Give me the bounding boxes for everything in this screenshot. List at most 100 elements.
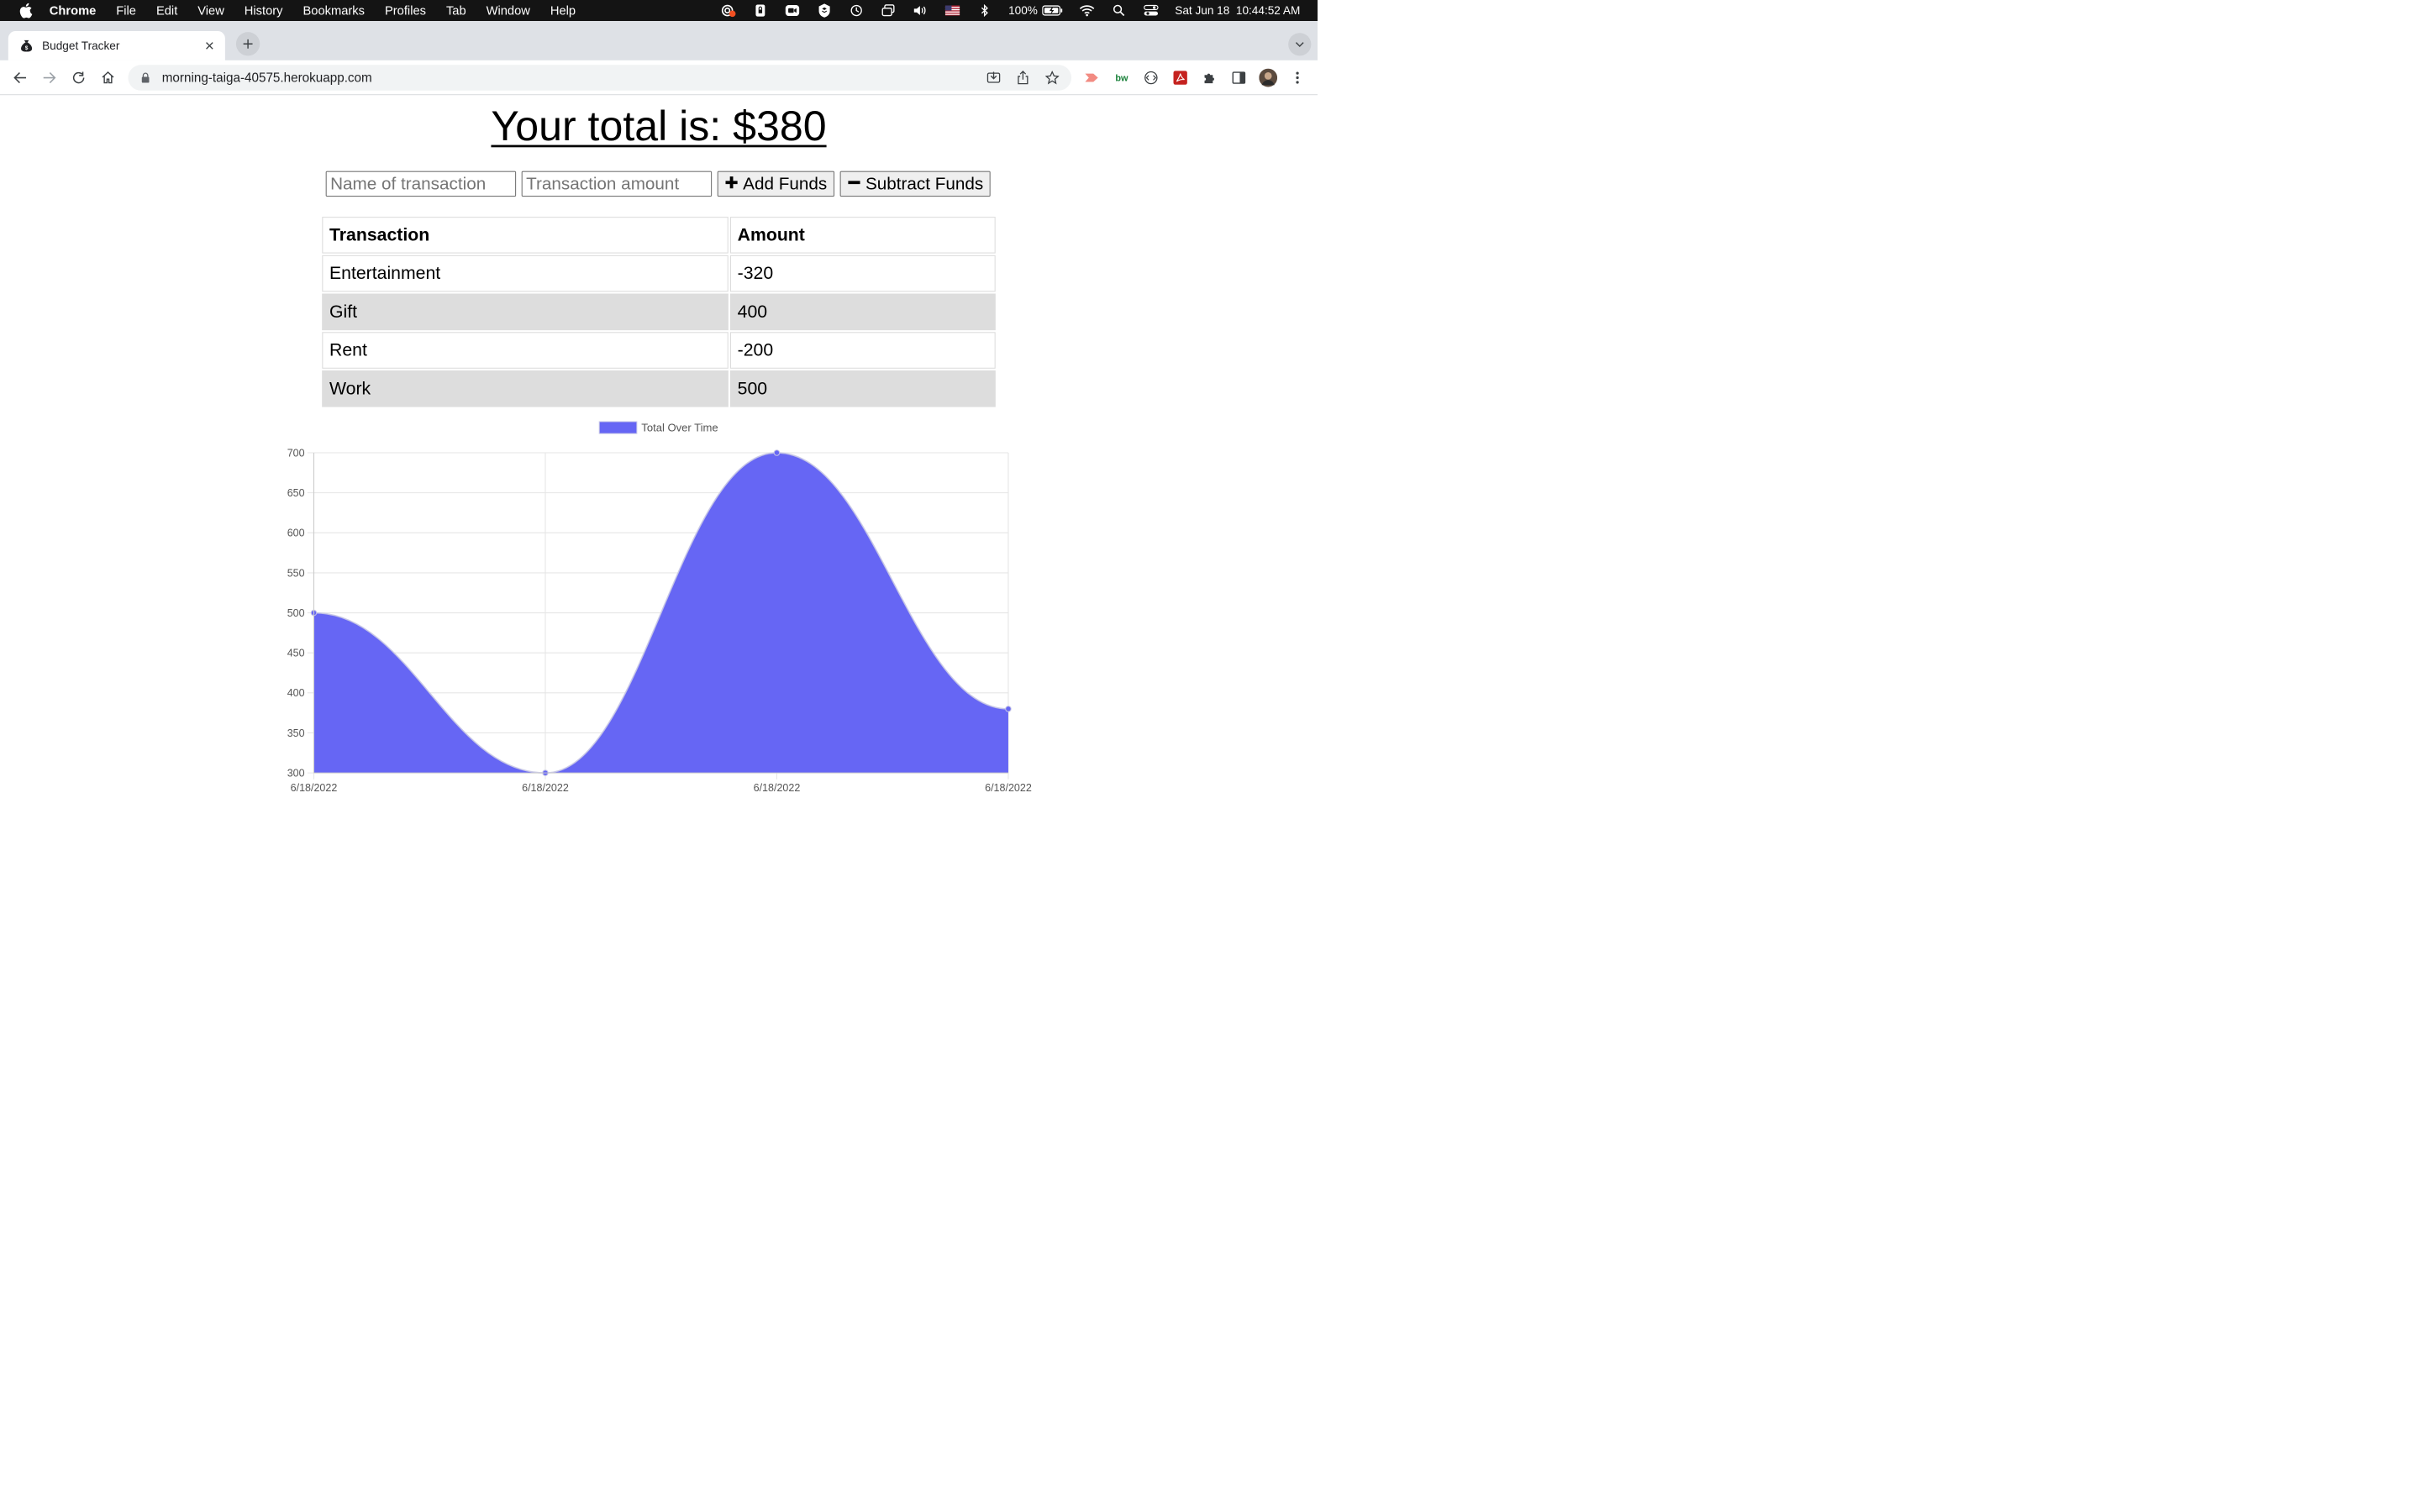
transaction-amount-cell: -200 xyxy=(729,332,996,369)
plus-icon xyxy=(243,39,253,49)
zoom-icon[interactable] xyxy=(784,3,801,17)
address-bar[interactable]: morning-taiga-40575.herokuapp.com xyxy=(128,65,1072,91)
extension-pdf-icon[interactable] xyxy=(1171,69,1190,87)
y-tick-label: 600 xyxy=(287,528,305,539)
bookmark-star-icon[interactable] xyxy=(1044,70,1060,87)
chevron-down-icon xyxy=(1295,42,1304,47)
more-menu-icon[interactable] xyxy=(1288,69,1307,87)
extension-code-icon[interactable] xyxy=(1142,69,1160,87)
menu-edit[interactable]: Edit xyxy=(156,3,177,18)
address-bar-actions xyxy=(972,70,1060,87)
battery-icon[interactable] xyxy=(1042,3,1063,17)
add-funds-label: Add Funds xyxy=(743,174,828,194)
menu-app-name[interactable]: Chrome xyxy=(50,3,97,18)
chart-legend: Total Over Time xyxy=(598,421,718,434)
tab-budget-tracker[interactable]: $ Budget Tracker xyxy=(8,31,225,60)
y-tick-label: 400 xyxy=(287,687,305,699)
svg-text:$: $ xyxy=(25,45,29,51)
new-tab-button[interactable] xyxy=(235,32,260,56)
menu-tab[interactable]: Tab xyxy=(446,3,466,18)
table-row: Work 500 xyxy=(322,370,996,407)
wifi-icon[interactable] xyxy=(1079,3,1096,17)
transaction-amount-input[interactable] xyxy=(521,171,713,197)
add-funds-button[interactable]: Add Funds xyxy=(717,171,834,197)
total-over-time-chart: 300 350 400 450 500 550 600 650 700 6/18/2022 6/18… xyxy=(287,421,1032,794)
table-row: Rent -200 xyxy=(322,332,996,369)
menu-view[interactable]: View xyxy=(197,3,224,18)
x-tick-label: 6/18/2022 xyxy=(522,782,569,794)
total-heading: Your total is: $380 xyxy=(491,102,827,150)
transactions-table: Transaction Amount Entertainment -320 Gi… xyxy=(320,215,997,409)
y-tick-label: 500 xyxy=(287,607,305,619)
legend-swatch[interactable] xyxy=(598,421,638,434)
y-tick-label: 700 xyxy=(287,447,305,459)
data-point[interactable] xyxy=(1005,706,1012,712)
table-row: Entertainment -320 xyxy=(322,255,996,292)
transaction-name-cell: Work xyxy=(322,370,729,407)
side-panel-icon[interactable] xyxy=(1229,69,1248,87)
extension-play-icon[interactable] xyxy=(1082,69,1101,87)
header-amount: Amount xyxy=(729,217,996,254)
home-icon[interactable] xyxy=(97,66,118,88)
money-bag-icon: $ xyxy=(20,39,33,52)
menubar-clock[interactable]: Sat Jun 18 10:44:52 AM xyxy=(1175,4,1300,18)
table-header-row: Transaction Amount xyxy=(322,217,996,254)
install-app-icon[interactable] xyxy=(986,70,1002,87)
tab-search-button[interactable] xyxy=(1288,33,1312,56)
page-content: Your total is: $380 Add Funds Subtract F… xyxy=(0,96,1318,823)
menu-profiles[interactable]: Profiles xyxy=(385,3,426,18)
share-icon[interactable] xyxy=(1015,70,1032,87)
extensions-puzzle-icon[interactable] xyxy=(1201,69,1219,87)
forward-arrow-icon[interactable] xyxy=(39,66,60,88)
transaction-form: Add Funds Subtract Funds xyxy=(325,171,997,197)
time-machine-icon[interactable] xyxy=(849,3,865,17)
reload-icon[interactable] xyxy=(68,66,90,88)
subtract-funds-button[interactable]: Subtract Funds xyxy=(839,171,991,197)
bluetooth-icon[interactable] xyxy=(976,3,993,18)
y-tick-label: 450 xyxy=(287,648,305,659)
status-area: 100% Sat Jun 18 10:44:52 AM xyxy=(705,0,1300,21)
menu-bookmarks[interactable]: Bookmarks xyxy=(302,3,365,18)
subtract-funds-label: Subtract Funds xyxy=(865,174,984,194)
x-tick-label: 6/18/2022 xyxy=(985,782,1032,794)
transaction-amount-cell: 400 xyxy=(729,293,996,331)
lock-icon[interactable] xyxy=(140,71,151,84)
menu-file[interactable]: File xyxy=(116,3,136,18)
svg-text:bw: bw xyxy=(1115,73,1128,83)
transaction-name-cell: Gift xyxy=(322,293,729,331)
legend-label[interactable]: Total Over Time xyxy=(641,421,718,433)
x-tick-label: 6/18/2022 xyxy=(291,782,338,794)
tab-close-icon[interactable] xyxy=(203,39,217,53)
y-tick-label: 550 xyxy=(287,567,305,579)
vpn-shield-icon[interactable] xyxy=(816,3,833,18)
menu-history[interactable]: History xyxy=(245,3,283,18)
y-tick-label: 300 xyxy=(287,767,305,779)
menu-window[interactable]: Window xyxy=(487,3,530,18)
y-tick-label: 650 xyxy=(287,487,305,499)
transaction-name-input[interactable] xyxy=(325,171,517,197)
data-point[interactable] xyxy=(773,449,781,456)
transaction-amount-cell: 500 xyxy=(729,370,996,407)
profile-avatar[interactable] xyxy=(1259,68,1278,87)
tab-title: Budget Tracker xyxy=(42,39,120,52)
plus-icon xyxy=(724,174,738,193)
tab-strip: $ Budget Tracker xyxy=(0,21,1318,60)
screen-record-icon[interactable] xyxy=(720,3,737,18)
back-arrow-icon[interactable] xyxy=(9,66,31,88)
x-tick-label: 6/18/2022 xyxy=(754,782,801,794)
us-flag-icon[interactable] xyxy=(944,3,961,17)
menu-help[interactable]: Help xyxy=(550,3,576,18)
volume-icon[interactable] xyxy=(913,3,929,17)
password-manager-icon[interactable] xyxy=(752,3,769,17)
transaction-name-cell: Entertainment xyxy=(322,255,729,292)
extension-bw-icon[interactable]: bw xyxy=(1113,69,1131,87)
spotlight-search-icon[interactable] xyxy=(1111,3,1128,17)
transaction-name-cell: Rent xyxy=(322,332,729,369)
header-transaction: Transaction xyxy=(322,217,729,254)
screen-mirroring-icon[interactable] xyxy=(881,3,897,17)
apple-icon[interactable] xyxy=(18,3,34,19)
browser-toolbar: morning-taiga-40575.herokuapp.com bw xyxy=(0,60,1318,96)
control-center-icon[interactable] xyxy=(1143,3,1160,17)
battery-percent: 100% xyxy=(1008,3,1038,17)
menu-bar: Chrome File Edit View History Bookmarks … xyxy=(0,0,1318,22)
